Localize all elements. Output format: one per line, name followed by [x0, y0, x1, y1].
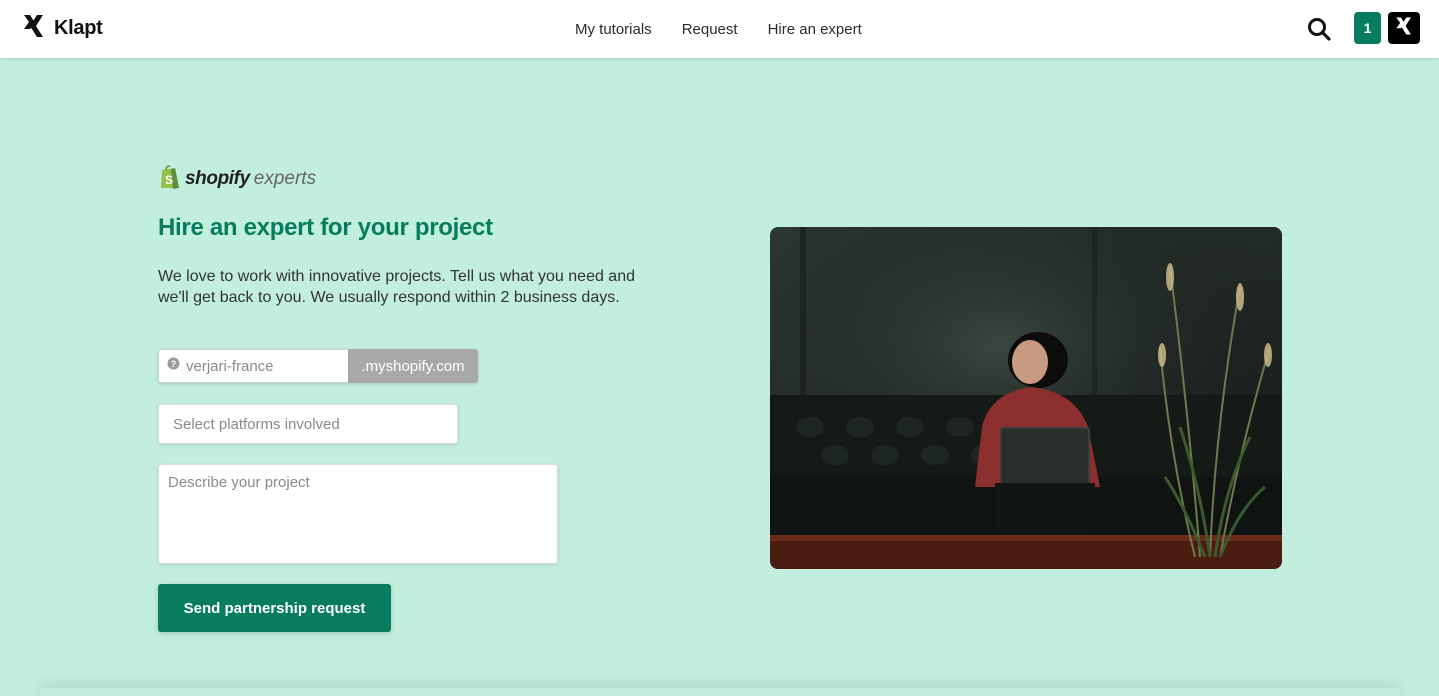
brand-home-link[interactable]: Klapt — [22, 14, 103, 42]
nav-my-tutorials[interactable]: My tutorials — [575, 21, 652, 38]
notification-count-badge[interactable]: 1 — [1354, 12, 1381, 44]
store-input-wrapper: ? — [158, 349, 348, 383]
page-title: Hire an expert for your project — [158, 214, 493, 241]
intro-text: We love to work with innovative projects… — [158, 268, 635, 306]
search-button[interactable] — [1306, 16, 1332, 42]
platforms-select[interactable]: Select platforms involved — [158, 404, 458, 444]
hero-photo — [770, 227, 1282, 569]
project-description-field[interactable] — [158, 464, 558, 564]
klapt-logo-icon — [1394, 16, 1414, 41]
nav-hire-an-expert[interactable]: Hire an expert — [768, 21, 862, 38]
svg-text:S: S — [165, 173, 173, 187]
store-domain-suffix: .myshopify.com — [348, 349, 478, 383]
top-navigation-bar: Klapt My tutorials Request Hire an exper… — [0, 0, 1439, 58]
bottom-section-edge — [40, 688, 1400, 696]
svg-text:?: ? — [171, 359, 177, 369]
shopify-experts-logo: S shopify experts — [159, 164, 317, 195]
question-circle-icon[interactable]: ? — [167, 357, 180, 375]
shopify-bag-icon: S — [159, 164, 181, 195]
store-name-input[interactable] — [186, 357, 336, 375]
shopify-logo-word: shopify — [185, 168, 250, 189]
nav-request[interactable]: Request — [682, 21, 738, 38]
experts-logo-word: experts — [253, 168, 317, 189]
send-partnership-request-button[interactable]: Send partnership request — [158, 584, 391, 632]
klapt-logo-icon — [22, 13, 46, 44]
store-url-field: ? .myshopify.com — [158, 349, 478, 383]
search-icon — [1306, 18, 1332, 46]
main-nav: My tutorials Request Hire an expert — [575, 0, 862, 58]
brand-name: Klapt — [54, 16, 103, 39]
app-switcher-button[interactable] — [1388, 12, 1420, 44]
